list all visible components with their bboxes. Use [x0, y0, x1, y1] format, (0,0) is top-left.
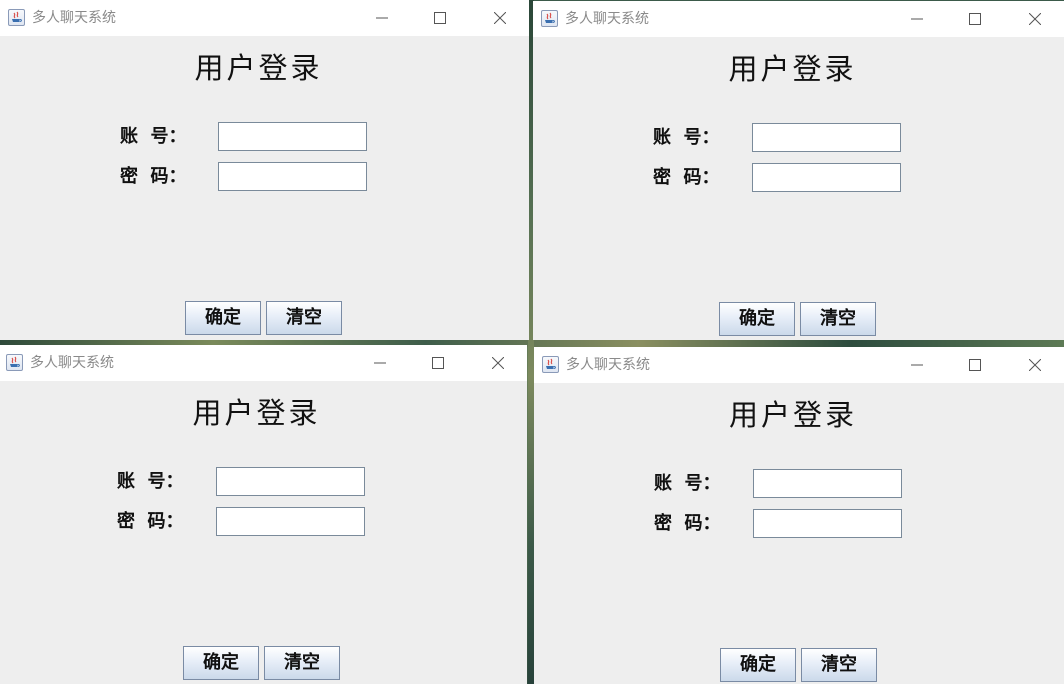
maximize-icon[interactable] — [952, 1, 998, 37]
password-label: 密 码： — [120, 166, 187, 187]
clear-button[interactable]: 清空 — [800, 302, 876, 336]
account-input[interactable] — [216, 467, 365, 496]
confirm-button[interactable]: 确定 — [719, 302, 795, 336]
password-input[interactable] — [753, 509, 902, 538]
page-title: 用户登录 — [192, 396, 321, 430]
account-label: 账 号： — [654, 473, 721, 494]
account-label: 账 号： — [120, 126, 187, 147]
java-app-icon[interactable] — [542, 356, 559, 373]
clear-button[interactable]: 清空 — [264, 646, 340, 680]
login-window-1: 多人聊天系统 用户登录 账 号： 密 码： 确定 清空 — [0, 0, 529, 340]
window-title: 多人聊天系统 — [566, 357, 650, 373]
confirm-button[interactable]: 确定 — [720, 648, 796, 682]
password-input[interactable] — [752, 163, 901, 192]
java-app-icon[interactable] — [8, 9, 25, 26]
minimize-icon[interactable] — [894, 347, 940, 383]
page-title: 用户登录 — [728, 52, 857, 86]
confirm-button[interactable]: 确定 — [185, 301, 261, 335]
window-titlebar[interactable]: 多人聊天系统 — [534, 347, 1064, 383]
account-label: 账 号： — [653, 127, 720, 148]
clear-button[interactable]: 清空 — [266, 301, 342, 335]
login-window-2: 多人聊天系统 用户登录 账 号： 密 码： 确定 清空 — [533, 1, 1064, 340]
page-title: 用户登录 — [728, 398, 857, 432]
close-icon[interactable] — [1012, 347, 1058, 383]
account-label: 账 号： — [117, 471, 184, 492]
minimize-icon[interactable] — [894, 1, 940, 37]
maximize-icon[interactable] — [417, 0, 463, 36]
clear-button[interactable]: 清空 — [801, 648, 877, 682]
confirm-button[interactable]: 确定 — [183, 646, 259, 680]
login-window-4: 多人聊天系统 用户登录 账 号： 密 码： 确定 清空 — [534, 347, 1064, 684]
password-label: 密 码： — [117, 511, 184, 532]
account-input[interactable] — [753, 469, 902, 498]
page-title: 用户登录 — [194, 51, 323, 85]
window-titlebar[interactable]: 多人聊天系统 — [533, 1, 1064, 37]
account-input[interactable] — [752, 123, 901, 152]
window-titlebar[interactable]: 多人聊天系统 — [0, 0, 529, 36]
password-input[interactable] — [218, 162, 367, 191]
java-app-icon[interactable] — [541, 10, 558, 27]
window-titlebar[interactable]: 多人聊天系统 — [0, 345, 527, 381]
maximize-icon[interactable] — [952, 347, 998, 383]
minimize-icon[interactable] — [359, 0, 405, 36]
account-input[interactable] — [218, 122, 367, 151]
password-label: 密 码： — [654, 513, 721, 534]
close-icon[interactable] — [477, 0, 523, 36]
close-icon[interactable] — [1012, 1, 1058, 37]
password-label: 密 码： — [653, 167, 720, 188]
window-title: 多人聊天系统 — [565, 11, 649, 27]
login-window-3: 多人聊天系统 用户登录 账 号： 密 码： 确定 清空 — [0, 345, 527, 684]
minimize-icon[interactable] — [357, 345, 403, 381]
java-app-icon[interactable] — [6, 354, 23, 371]
maximize-icon[interactable] — [415, 345, 461, 381]
close-icon[interactable] — [475, 345, 521, 381]
window-title: 多人聊天系统 — [30, 355, 114, 371]
password-input[interactable] — [216, 507, 365, 536]
window-title: 多人聊天系统 — [32, 10, 116, 26]
